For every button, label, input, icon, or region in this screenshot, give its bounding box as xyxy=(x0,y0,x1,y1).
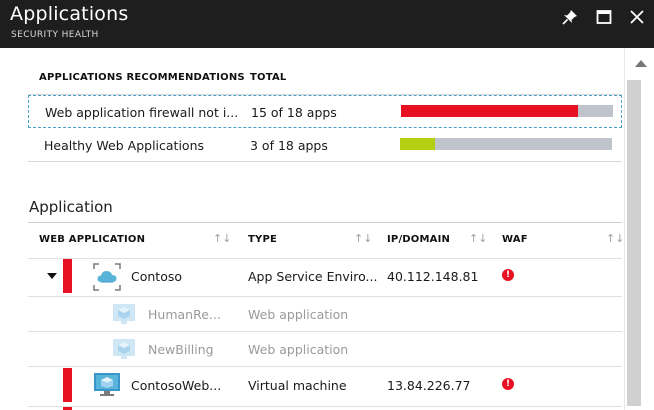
sort-icon[interactable]: ↑↓ xyxy=(606,232,624,245)
app-type: Virtual machine xyxy=(248,378,347,393)
recommendation-row[interactable]: Healthy Web Applications 3 of 18 apps xyxy=(28,129,622,162)
divider xyxy=(28,222,622,223)
web-app-icon xyxy=(112,303,136,329)
progress-bar-fill xyxy=(400,138,436,150)
expand-caret-icon[interactable] xyxy=(47,273,57,279)
scroll-thumb[interactable] xyxy=(627,80,641,406)
column-header-recommendations: APPLICATIONS RECOMMENDATIONS xyxy=(39,72,245,83)
vertical-scrollbar[interactable] xyxy=(624,48,654,410)
virtual-machine-icon xyxy=(93,372,121,402)
recommendation-row[interactable]: Web application firewall not i... 15 of … xyxy=(28,95,622,128)
maximize-icon xyxy=(596,10,612,24)
severity-indicator xyxy=(63,259,72,293)
app-type: Web application xyxy=(248,307,349,322)
sort-icon[interactable]: ↑↓ xyxy=(213,232,231,245)
app-service-environment-icon xyxy=(93,263,121,295)
app-name[interactable]: Contoso xyxy=(131,269,182,284)
app-type: Web application xyxy=(248,342,349,357)
web-app-icon xyxy=(112,338,136,364)
close-button[interactable] xyxy=(626,6,648,28)
table-row[interactable] xyxy=(28,406,622,410)
column-header-waf[interactable]: WAF xyxy=(502,234,528,245)
progress-bar-fill xyxy=(401,105,578,117)
section-title-application: Application xyxy=(29,198,113,216)
recommendation-name: Healthy Web Applications xyxy=(44,138,204,153)
close-icon xyxy=(630,10,644,24)
scroll-up-arrow-icon[interactable] xyxy=(635,60,647,67)
blade-subtitle: SECURITY HEALTH xyxy=(11,30,99,40)
column-header-type[interactable]: TYPE xyxy=(248,234,277,245)
column-header-total: TOTAL xyxy=(250,72,287,83)
app-type: App Service Enviro... xyxy=(248,269,378,284)
recommendation-total: 15 of 18 apps xyxy=(251,105,337,120)
sort-icon[interactable]: ↑↓ xyxy=(469,232,487,245)
blade-title: Applications xyxy=(10,3,129,25)
app-ip: 40.112.148.81 xyxy=(387,269,479,284)
progress-bar xyxy=(400,138,612,150)
severity-indicator xyxy=(63,368,72,402)
app-name[interactable]: ContosoWeb... xyxy=(131,378,221,393)
recommendation-name: Web application firewall not i... xyxy=(45,105,239,120)
app-name[interactable]: NewBilling xyxy=(148,342,214,357)
blade-header: Applications SECURITY HEALTH xyxy=(0,0,654,48)
waf-alert-icon: ! xyxy=(502,269,514,281)
column-header-ip-domain[interactable]: IP/DOMAIN xyxy=(387,234,450,245)
pin-icon xyxy=(562,10,577,25)
maximize-button[interactable] xyxy=(593,6,615,28)
app-name[interactable]: HumanRe... xyxy=(148,307,221,322)
recommendation-total: 3 of 18 apps xyxy=(250,138,328,153)
pin-button[interactable] xyxy=(559,6,581,28)
column-header-web-application[interactable]: WEB APPLICATION xyxy=(39,234,145,245)
app-ip: 13.84.226.77 xyxy=(387,378,471,393)
sort-icon[interactable]: ↑↓ xyxy=(354,232,372,245)
waf-alert-icon: ! xyxy=(502,378,514,390)
progress-bar xyxy=(401,105,613,117)
